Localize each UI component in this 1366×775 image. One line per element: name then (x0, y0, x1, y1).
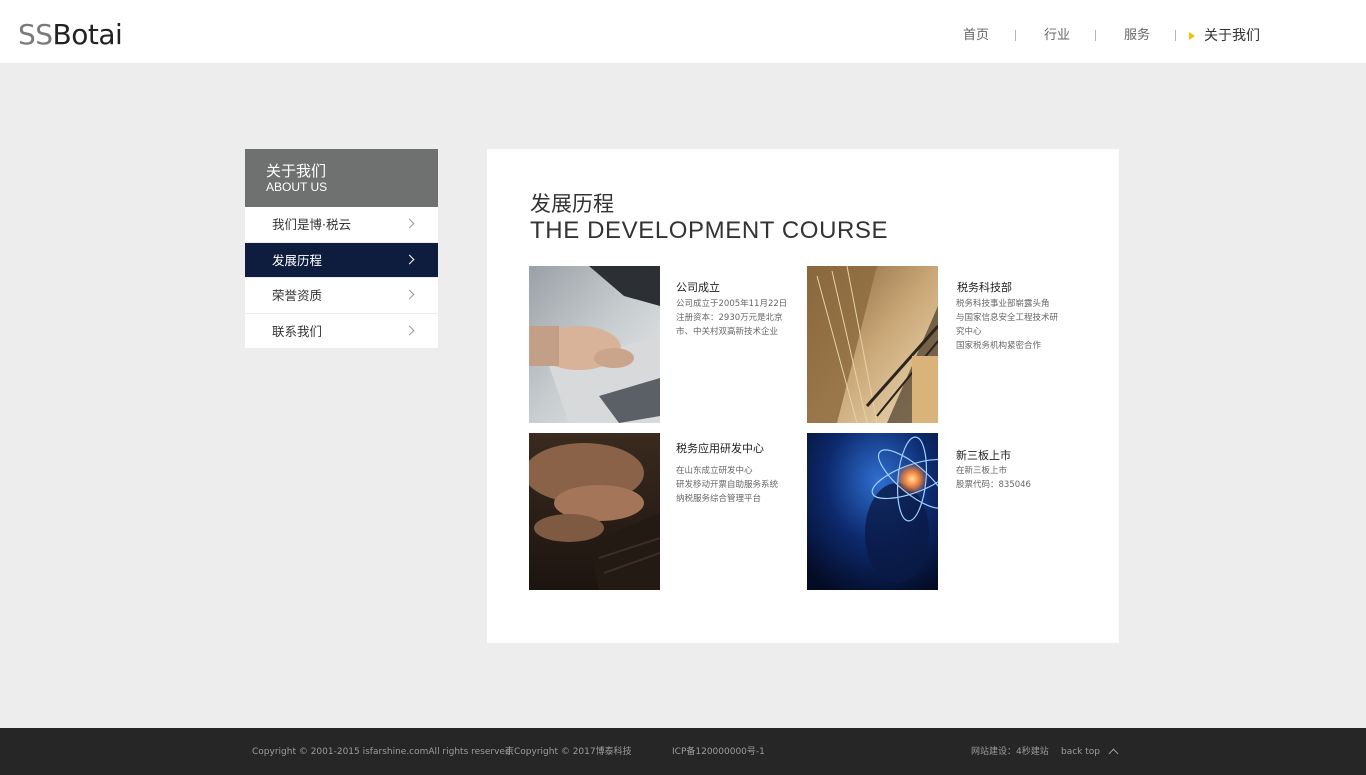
card-text: 市、中关村双高新技术企业 (676, 327, 779, 337)
sidebar-item-label: 我们是博·税云 (272, 217, 351, 232)
back-top-link[interactable]: back top (1061, 746, 1100, 758)
site-logo[interactable]: SSBotai (18, 17, 123, 53)
typing-photo (529, 433, 660, 590)
sidebar-item-who-we-are[interactable]: 我们是博·税云 (245, 207, 438, 243)
logo-suffix: Botai (52, 18, 123, 51)
chevron-right-icon (404, 218, 415, 229)
sidebar-title-cn: 关于我们 (266, 162, 327, 180)
card-text: 公司成立于2005年11月22日 (676, 299, 788, 309)
card-text: 究中心 (956, 327, 982, 337)
footer-builder[interactable]: 网站建设：4秒建站 (971, 746, 1049, 758)
chevron-right-icon (404, 289, 415, 300)
chevron-up-icon[interactable] (1108, 748, 1119, 759)
nav-services[interactable]: 服务 (1124, 27, 1150, 45)
skyscraper-photo (807, 266, 938, 423)
card-text: 与国家信息安全工程技术研 (956, 313, 1059, 323)
sidebar-item-contact-us[interactable]: 联系我们 (245, 313, 438, 349)
sidebar-title-en: ABOUT US (266, 180, 328, 194)
sidebar-item-development-course[interactable]: 发展历程 (245, 242, 438, 278)
sidebar-item-label: 联系我们 (272, 323, 323, 339)
sidebar-item-label: 发展历程 (272, 252, 323, 268)
page-title-cn: 发展历程 (530, 192, 614, 216)
footer-copyright: Copyright © 2001-2015 isfarshine.comAll … (252, 747, 514, 757)
logo-prefix: SS (18, 18, 53, 51)
sidebar: 关于我们 ABOUT US 我们是博·税云 发展历程 荣誉资质 联系我们 (245, 149, 438, 349)
page-title-en: THE DEVELOPMENT COURSE (530, 217, 889, 244)
card-text: 在山东成立研发中心 (676, 466, 753, 476)
card-title: 税务科技部 (957, 281, 1012, 294)
laptop-photo (529, 266, 660, 423)
chevron-right-icon (404, 254, 415, 264)
top-header: SSBotai 首页 行业 服务 关于我们 (0, 0, 1366, 63)
sidebar-item-label: 荣誉资质 (272, 288, 323, 303)
footer-icp[interactable]: ICP备120000000号-1 (672, 746, 765, 758)
footer-copyright-cn: 京Copyright © 2017博泰科技 (505, 747, 632, 757)
nav-home[interactable]: 首页 (963, 27, 989, 45)
nav-about-us[interactable]: 关于我们 (1204, 27, 1260, 45)
card-text: 税务科技事业部崭露头角 (956, 299, 1050, 309)
card-title: 公司成立 (676, 281, 720, 294)
card-text: 国家税务机构紧密合作 (956, 341, 1042, 351)
card-text: 股票代码：835046 (956, 480, 1031, 490)
card-title: 税务应用研发中心 (676, 442, 764, 455)
card-title: 新三板上市 (956, 449, 1011, 462)
sidebar-item-honors[interactable]: 荣誉资质 (245, 278, 438, 314)
card-text: 研发移动开票自助服务系统 (676, 480, 779, 490)
atom-photo (807, 433, 938, 590)
content-panel: 发展历程 THE DEVELOPMENT COURSE 公司成立 公司成立于20… (487, 149, 1119, 643)
site-footer: Copyright © 2001-2015 isfarshine.comAll … (0, 728, 1366, 775)
card-text: 纳税服务综合管理平台 (676, 494, 762, 504)
nav-divider (1095, 30, 1096, 41)
sidebar-header: 关于我们 ABOUT US (245, 149, 438, 207)
chevron-right-icon (404, 325, 415, 335)
nav-divider (1015, 30, 1016, 41)
card-text: 在新三板上市 (956, 466, 1008, 476)
nav-divider (1175, 30, 1176, 41)
nav-industry[interactable]: 行业 (1044, 27, 1070, 45)
active-arrow-icon (1189, 32, 1195, 40)
card-text: 注册资本：2930万元是北京 (676, 313, 783, 323)
